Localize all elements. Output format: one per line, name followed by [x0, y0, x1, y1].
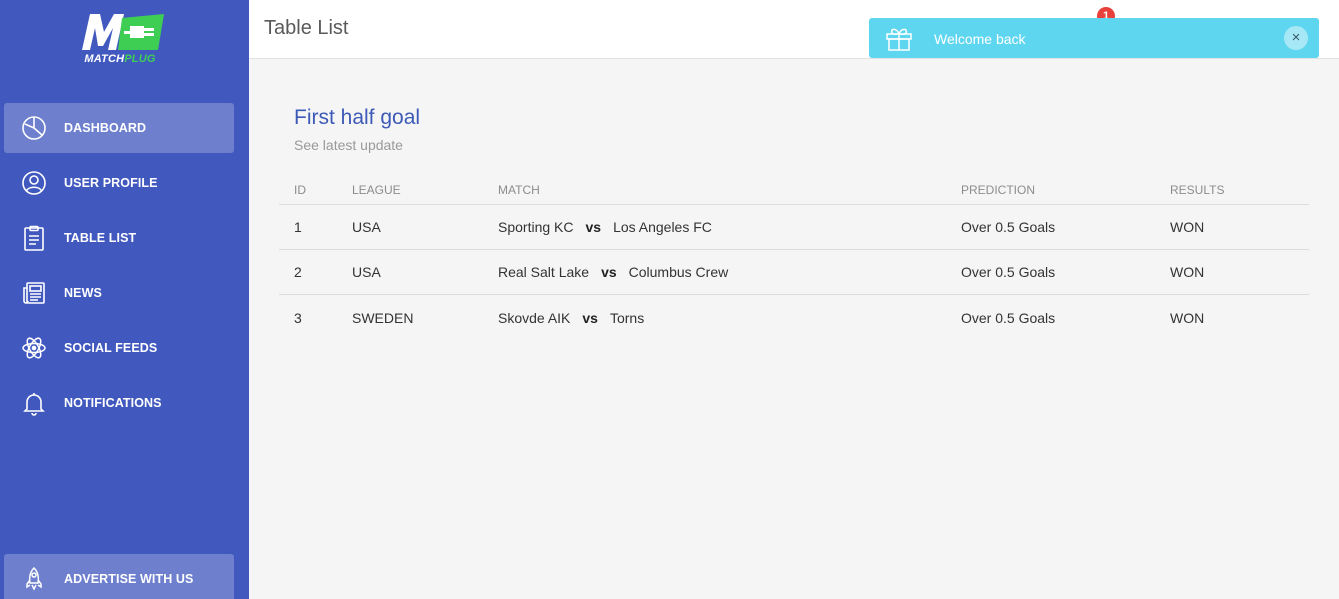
predictions-table: ID LEAGUE MATCH PREDICTION RESULTS 1 USA…	[279, 174, 1309, 340]
cell-result: WON	[1170, 219, 1205, 235]
user-circle-icon	[22, 171, 46, 195]
sidebar-item-label: NEWS	[64, 286, 102, 300]
atom-icon	[22, 337, 46, 359]
cell-match: Real Salt Lake vs Columbus Crew	[498, 250, 728, 294]
logo-wordmark: MATCHPLUG	[84, 53, 156, 65]
brand-logo[interactable]: MATCHPLUG	[72, 12, 168, 66]
home-team: Real Salt Lake	[498, 264, 590, 280]
cell-id: 3	[294, 309, 302, 326]
sidebar-item-user-profile[interactable]: USER PROFILE	[4, 158, 234, 208]
matchplug-logo-icon	[82, 14, 164, 50]
sidebar-item-label: NOTIFICATIONS	[64, 396, 162, 410]
sidebar-item-social-feeds[interactable]: SOCIAL FEEDS	[4, 323, 234, 373]
cell-match: Sporting KC vs Los Angeles FC	[498, 205, 712, 249]
home-team: Skovde AIK	[498, 309, 571, 326]
cell-prediction: Over 0.5 Goals	[961, 264, 1056, 280]
card-subtitle: See latest update	[294, 137, 403, 153]
clipboard-icon	[24, 225, 44, 251]
sidebar-item-table-list[interactable]: TABLE LIST	[4, 213, 234, 263]
column-header-prediction: PREDICTION	[961, 183, 1036, 197]
table-row: 3 SWEDEN Skovde AIK vs Torns Over 0.5 Go…	[279, 295, 1309, 340]
away-team: Columbus Crew	[628, 264, 729, 280]
cell-league: USA	[352, 264, 381, 280]
cell-prediction: Over 0.5 Goals	[961, 219, 1056, 235]
gift-icon	[886, 28, 912, 51]
table-row: 2 USA Real Salt Lake vs Columbus Crew Ov…	[279, 250, 1309, 295]
page-title: Table List	[264, 17, 349, 39]
sidebar-item-label: DASHBOARD	[64, 121, 147, 135]
cell-match: Skovde AIK vs Torns	[498, 295, 644, 340]
sidebar-item-label: ADVERTISE WITH US	[64, 572, 194, 586]
vs-label: vs	[582, 309, 598, 326]
cell-league: USA	[352, 219, 381, 235]
sidebar: MATCHPLUG DASHBOARD USER PROFILE TABLE L…	[0, 0, 249, 599]
vs-label: vs	[601, 264, 617, 280]
close-icon[interactable]: ×	[1284, 26, 1308, 50]
sidebar-item-dashboard[interactable]: DASHBOARD	[4, 103, 234, 153]
away-team: Torns	[609, 309, 645, 326]
sidebar-item-label: TABLE LIST	[64, 231, 137, 245]
sidebar-item-label: USER PROFILE	[64, 176, 158, 190]
sidebar-item-label: SOCIAL FEEDS	[64, 341, 158, 355]
column-header-match: MATCH	[498, 183, 540, 197]
sidebar-item-notifications[interactable]: NOTIFICATIONS	[4, 378, 234, 428]
bell-icon	[23, 393, 45, 416]
column-header-league: LEAGUE	[352, 183, 401, 197]
column-header-id: ID	[294, 183, 306, 197]
table-header-row: ID LEAGUE MATCH PREDICTION RESULTS	[279, 174, 1309, 205]
pie-chart-icon	[22, 116, 46, 140]
card-title: First half goal	[294, 106, 421, 129]
table-row: 1 USA Sporting KC vs Los Angeles FC Over…	[279, 205, 1309, 250]
away-team: Los Angeles FC	[613, 219, 712, 235]
sidebar-nav: DASHBOARD USER PROFILE TABLE LIST NEWS S…	[4, 103, 234, 433]
cell-id: 1	[294, 219, 302, 235]
rocket-icon	[26, 566, 42, 591]
toast-message: Welcome back	[934, 31, 1026, 47]
cell-league: SWEDEN	[352, 309, 414, 326]
newspaper-icon	[23, 282, 45, 304]
sidebar-item-news[interactable]: NEWS	[4, 268, 234, 318]
cell-result: WON	[1170, 264, 1205, 280]
cell-prediction: Over 0.5 Goals	[961, 309, 1056, 326]
vs-label: vs	[585, 219, 602, 235]
column-header-results: RESULTS	[1170, 183, 1225, 197]
cell-result: WON	[1170, 309, 1205, 326]
welcome-toast: Welcome back ×	[869, 18, 1319, 58]
sidebar-item-advertise[interactable]: ADVERTISE WITH US	[4, 554, 234, 599]
home-team: Sporting KC	[498, 219, 574, 235]
cell-id: 2	[294, 264, 302, 280]
